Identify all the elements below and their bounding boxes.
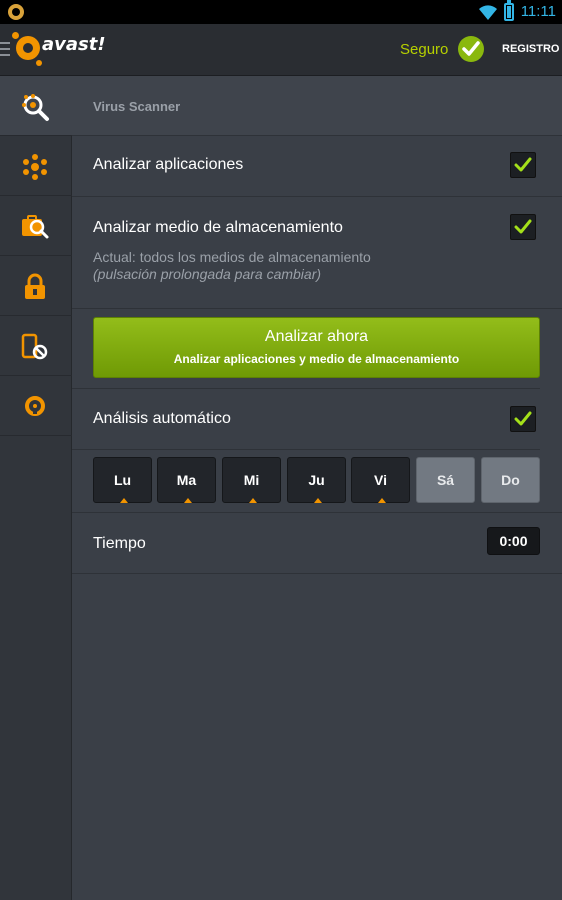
day-label: Lu: [113, 472, 132, 488]
day-selected-indicator: [314, 498, 322, 503]
register-button[interactable]: REGISTRO: [502, 43, 559, 55]
day-toggle-ma[interactable]: Ma: [157, 457, 216, 503]
sidebar-item-privacy[interactable]: [0, 196, 72, 256]
status-check-icon: [458, 36, 484, 62]
auto-scan-checkbox[interactable]: [510, 406, 536, 432]
call-filter-icon: [21, 333, 48, 360]
weekday-selector: Lu Ma Mi Ju Vi Sá Do: [93, 457, 540, 503]
day-toggle-ju[interactable]: Ju: [287, 457, 346, 503]
day-selected-indicator: [120, 498, 128, 503]
scan-now-label: Analizar ahora: [264, 328, 369, 345]
auto-scan-row[interactable]: Análisis automático: [72, 388, 540, 450]
scan-apps-checkbox[interactable]: [510, 152, 536, 178]
day-toggle-mi[interactable]: Mi: [222, 457, 281, 503]
status-time: 11:11: [520, 3, 556, 20]
network-icon: [23, 154, 47, 180]
day-label: Ju: [308, 472, 325, 488]
check-icon: [514, 157, 532, 172]
status-bar: 11:11: [0, 0, 562, 24]
logo-orb: [16, 36, 40, 60]
check-icon: [514, 411, 532, 426]
scan-now-sublabel: Analizar aplicaciones y medio de almacen…: [173, 352, 460, 366]
sidebar-item-call-filter[interactable]: [0, 316, 72, 376]
avast-logo[interactable]: avast!: [12, 30, 112, 66]
sidebar-item-network[interactable]: [0, 136, 72, 196]
time-picker[interactable]: 0:00: [487, 527, 540, 555]
sidebar-item-app-lock[interactable]: [0, 256, 72, 316]
action-bar: avast! Seguro REGISTRO: [0, 24, 562, 76]
day-label: Vi: [374, 472, 387, 488]
auto-scan-label: Análisis automático: [93, 410, 231, 427]
day-toggle-sa[interactable]: Sá: [416, 457, 475, 503]
day-toggle-do[interactable]: Do: [481, 457, 540, 503]
day-label: Sá: [436, 472, 455, 488]
day-label: Ma: [176, 472, 197, 488]
drawer-menu-icon[interactable]: [0, 42, 10, 56]
day-selected-indicator: [378, 498, 386, 503]
scan-storage-hint: (pulsación prolongada para cambiar): [93, 266, 322, 282]
scan-storage-row[interactable]: Analizar medio de almacenamiento Actual:…: [72, 197, 562, 309]
day-selected-indicator: [249, 498, 257, 503]
scan-storage-detail: Actual: todos los medios de almacenamien…: [93, 249, 371, 265]
protection-status: Seguro: [400, 41, 449, 58]
day-toggle-vi[interactable]: Vi: [351, 457, 410, 503]
day-label: Do: [501, 472, 520, 488]
scan-now-button[interactable]: Analizar ahora Analizar aplicaciones y m…: [93, 317, 540, 378]
privacy-advisor-icon: [22, 215, 49, 239]
day-label: Mi: [243, 472, 260, 488]
brand-name: avast!: [42, 34, 106, 55]
day-selected-indicator: [184, 498, 192, 503]
section-title: Virus Scanner: [93, 99, 181, 114]
check-icon: [514, 219, 532, 234]
section-header: Virus Scanner: [72, 76, 562, 136]
scan-apps-label: Analizar aplicaciones: [93, 156, 244, 173]
notification-icon: [8, 4, 24, 20]
main-panel: Virus Scanner Analizar aplicaciones Anal…: [72, 76, 562, 900]
virus-scanner-icon: [22, 94, 49, 121]
scan-storage-label: Analizar medio de almacenamiento: [93, 219, 343, 236]
anti-theft-icon: [25, 396, 45, 416]
scan-storage-checkbox[interactable]: [510, 214, 536, 240]
wifi-icon: [479, 5, 497, 21]
scan-apps-row[interactable]: Analizar aplicaciones: [72, 136, 562, 197]
battery-icon: [504, 0, 514, 21]
sidebar-item-virus-scanner[interactable]: [0, 76, 72, 136]
time-label: Tiempo: [93, 535, 146, 552]
app-lock-icon: [25, 273, 45, 299]
sidebar-item-anti-theft[interactable]: [0, 376, 72, 436]
sidebar: [0, 76, 72, 900]
logo-dot: [12, 32, 19, 39]
logo-dot: [36, 60, 42, 66]
day-toggle-lu[interactable]: Lu: [93, 457, 152, 503]
